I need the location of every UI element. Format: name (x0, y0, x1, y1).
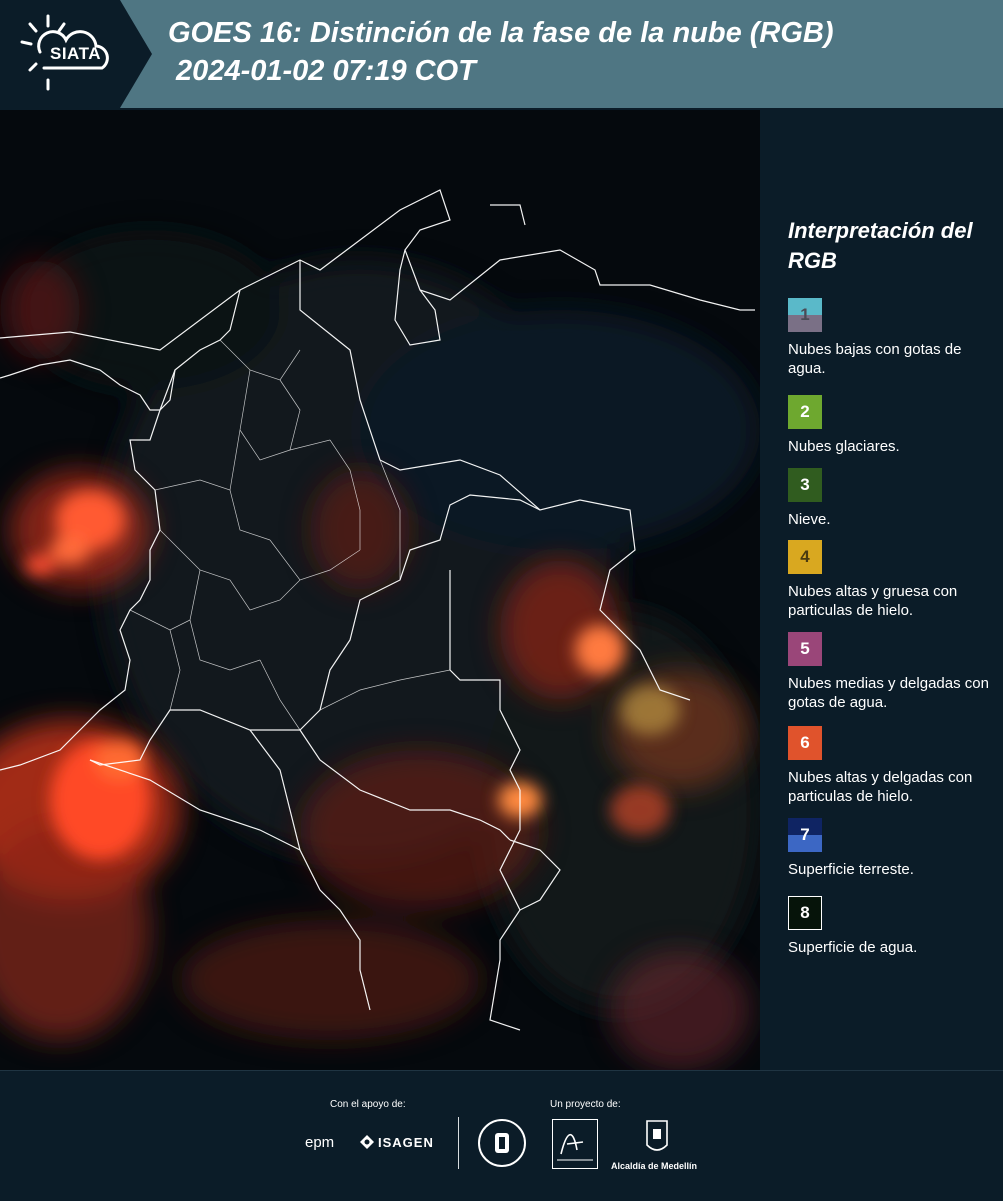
legend-item-label: Nubes medias y delgadas con gotas de agu… (788, 675, 989, 711)
area-metropolitana-logo-icon (552, 1119, 598, 1169)
isagen-logo-icon (360, 1135, 374, 1149)
legend-item-label: Nubes altas y gruesa con particulas de h… (788, 583, 958, 619)
project-label: Un proyecto de: (550, 1099, 621, 1110)
legend-item-label: Superficie de agua. (788, 939, 918, 956)
satellite-image (0, 110, 760, 1070)
legend-item-2: 2 Nubes glaciares. (788, 395, 1003, 456)
footer-divider (458, 1117, 459, 1169)
legend-item-label: Nubes altas y delgadas con particulas de… (788, 769, 973, 805)
legend-item-1: 1 Nubes bajas con gotas de agua. (788, 298, 1003, 378)
legend-item-5: 5 Nubes medias y delgadas con gotas de a… (788, 632, 1003, 712)
footer-bar: Con el apoyo de: Un proyecto de: epm ISA… (0, 1070, 1003, 1201)
logo-panel: SIATA (0, 0, 152, 108)
legend-item-label: Nieve. (788, 511, 831, 528)
alcaldia-medellin-label: Alcaldía de Medellín (611, 1161, 698, 1171)
page-title: GOES 16: Distinción de la fase de la nub… (168, 17, 834, 87)
medellin-crest-icon (643, 1119, 671, 1157)
satellite-map[interactable] (0, 110, 760, 1070)
legend-swatch: 7 (788, 818, 822, 852)
support-label: Con el apoyo de: (330, 1099, 406, 1110)
legend-swatch: 6 (788, 726, 822, 760)
header-bar: SIATA GOES 16: Distinción de la fase de … (0, 0, 1003, 108)
legend-item-4: 4 Nubes altas y gruesa con particulas de… (788, 540, 1003, 620)
legend-swatch: 8 (788, 896, 822, 930)
legend-item-7: 7 Superficie terreste. (788, 818, 1003, 879)
legend-panel: Interpretación del RGB 1 Nubes bajas con… (770, 110, 1003, 1070)
legend-swatch: 5 (788, 632, 822, 666)
legend-item-label: Nubes bajas con gotas de agua. (788, 341, 962, 377)
legend-swatch: 2 (788, 395, 822, 429)
legend-item-label: Nubes glaciares. (788, 438, 900, 455)
university-seal-icon (478, 1119, 526, 1167)
legend-item-6: 6 Nubes altas y delgadas con particulas … (788, 726, 1003, 806)
epm-logo: epm (305, 1134, 335, 1151)
legend-item-label: Superficie terreste. (788, 861, 914, 878)
legend-item-8: 8 Superficie de agua. (788, 896, 1003, 957)
legend-item-3: 3 Nieve. (788, 468, 1003, 529)
legend-swatch: 3 (788, 468, 822, 502)
legend-swatch: 1 (788, 298, 822, 332)
legend-swatch: 4 (788, 540, 822, 574)
legend-title: Interpretación del RGB (788, 218, 973, 273)
logo-text: SIATA (50, 44, 101, 63)
isagen-logo: ISAGEN (378, 1135, 434, 1150)
